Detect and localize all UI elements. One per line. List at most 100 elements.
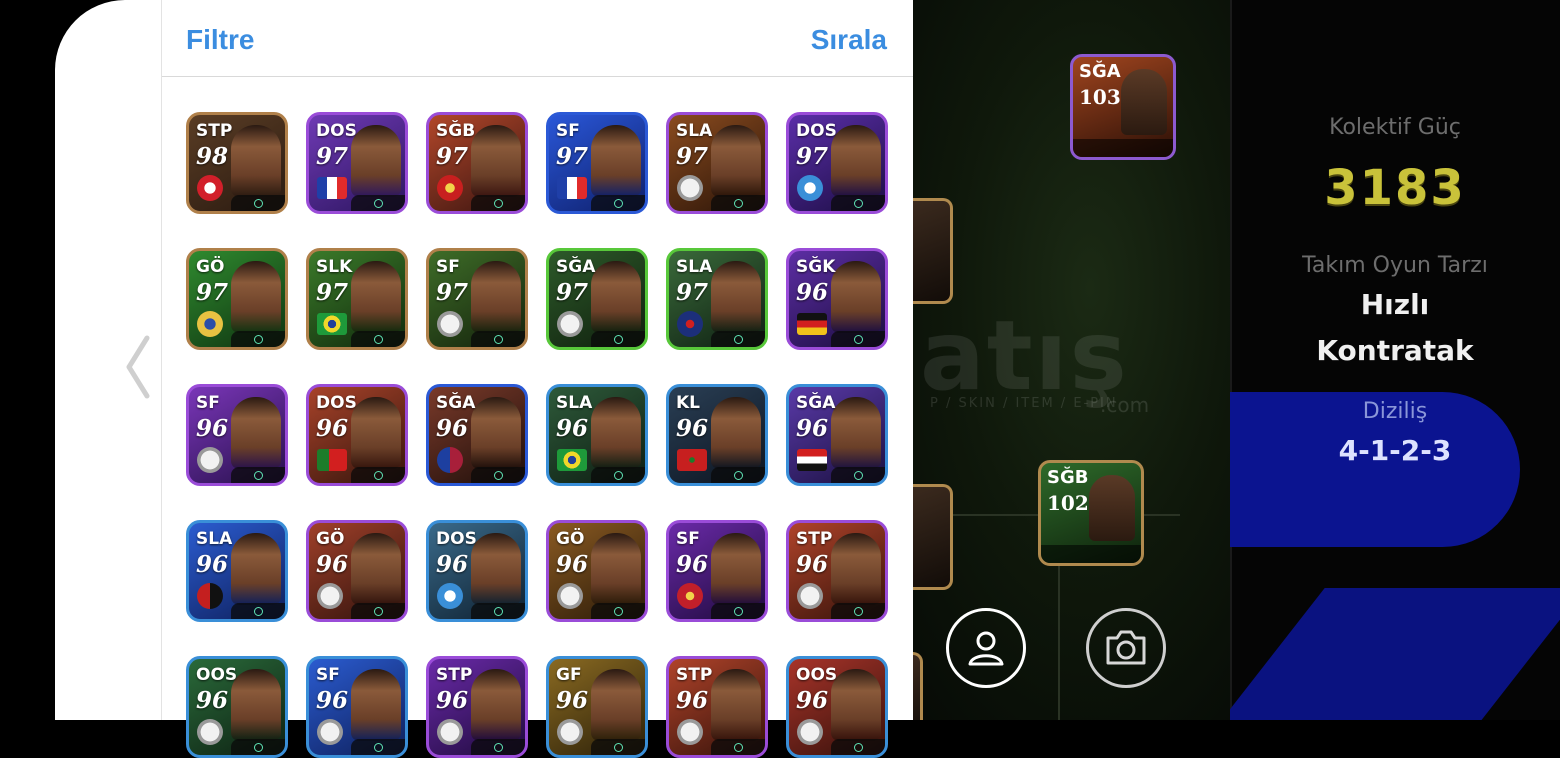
player-portrait	[351, 397, 401, 469]
epic-icon	[613, 334, 623, 344]
player-position: GÖ	[556, 529, 585, 549]
player-portrait	[231, 669, 281, 741]
player-position: DOS	[316, 121, 357, 141]
club-badge-icon	[557, 583, 583, 609]
player-portrait	[591, 533, 641, 605]
player-card[interactable]: OOS 96	[786, 656, 888, 758]
player-card[interactable]: SF 97	[546, 112, 648, 214]
player-rating: 96	[676, 687, 709, 714]
card-type-tag	[831, 195, 885, 211]
player-position: SF	[556, 121, 580, 141]
player-position: DOS	[436, 529, 477, 549]
player-position: STP	[676, 665, 713, 685]
player-card[interactable]: DOS 97	[306, 112, 408, 214]
player-portrait	[471, 669, 521, 741]
player-position: SF	[316, 665, 340, 685]
card-type-tag	[591, 331, 645, 347]
player-card-partial[interactable]	[910, 198, 953, 304]
player-portrait	[831, 397, 881, 469]
player-portrait	[831, 261, 881, 333]
sort-button[interactable]: Sırala	[811, 24, 887, 56]
chevron-left-icon[interactable]	[123, 334, 153, 400]
player-card[interactable]: SF 96	[186, 384, 288, 486]
field-player-card[interactable]: SĞA 103	[1070, 54, 1176, 160]
nation-flag-icon	[797, 313, 827, 335]
player-card[interactable]: DOS 96	[306, 384, 408, 486]
player-rating: 96	[796, 551, 829, 578]
camera-button[interactable]	[1086, 608, 1166, 688]
player-card-partial[interactable]	[910, 484, 953, 590]
player-card[interactable]: SLA 97	[666, 112, 768, 214]
player-card[interactable]: SF 96	[306, 656, 408, 758]
player-card[interactable]: STP 98	[186, 112, 288, 214]
card-type-tag	[711, 603, 765, 619]
player-card[interactable]: STP 96	[666, 656, 768, 758]
player-rating: 97	[316, 279, 349, 306]
club-badge-icon	[557, 719, 583, 745]
person-icon	[968, 631, 1004, 666]
epic-icon	[253, 606, 263, 616]
player-rating: 96	[436, 415, 469, 442]
club-badge-icon	[797, 719, 823, 745]
epic-icon	[373, 334, 383, 344]
player-portrait	[711, 397, 761, 469]
card-type-tag	[471, 195, 525, 211]
player-card[interactable]: SLK 97	[306, 248, 408, 350]
player-card[interactable]: SĞA 97	[546, 248, 648, 350]
player-card[interactable]: GÖ 96	[306, 520, 408, 622]
player-portrait	[231, 125, 281, 197]
club-badge-icon	[197, 175, 223, 201]
player-card[interactable]: STP 96	[786, 520, 888, 622]
playstyle-line1: Hızlı	[1360, 288, 1430, 321]
player-rating: 97	[196, 279, 229, 306]
player-portrait	[351, 669, 401, 741]
player-card[interactable]: STP 96	[426, 656, 528, 758]
player-card[interactable]: SLA 97	[666, 248, 768, 350]
player-position: SLK	[316, 257, 353, 277]
epic-icon	[733, 606, 743, 616]
player-portrait	[471, 125, 521, 197]
player-card[interactable]: OOS 96	[186, 656, 288, 758]
field-player-card[interactable]: SĞB 102	[1038, 460, 1144, 566]
team-strength-value: 3183	[1324, 160, 1466, 216]
player-card[interactable]: SĞB 97	[426, 112, 528, 214]
player-card[interactable]: DOS 96	[426, 520, 528, 622]
epic-icon	[493, 742, 503, 752]
epic-icon	[853, 606, 863, 616]
filter-button[interactable]: Filtre	[186, 24, 254, 56]
nation-flag-icon	[797, 449, 827, 471]
player-position: GF	[556, 665, 582, 685]
player-portrait	[351, 533, 401, 605]
player-position: SF	[436, 257, 460, 277]
epic-icon	[733, 334, 743, 344]
club-badge-icon	[437, 311, 463, 337]
epic-icon	[733, 742, 743, 752]
team-strength-label: Kolektif Güç	[1329, 115, 1461, 140]
formation-value: 4-1-2-3	[1338, 434, 1452, 467]
player-card[interactable]: SF 96	[666, 520, 768, 622]
player-card[interactable]: SF 97	[426, 248, 528, 350]
player-card[interactable]: DOS 97	[786, 112, 888, 214]
decorative-shape	[1230, 588, 1560, 720]
player-card[interactable]: SĞK 96	[786, 248, 888, 350]
player-rating: 97	[556, 143, 589, 170]
player-rating: 97	[316, 143, 349, 170]
player-card[interactable]: SĞA 96	[786, 384, 888, 486]
player-position: GÖ	[196, 257, 225, 277]
player-position: GÖ	[316, 529, 345, 549]
nation-flag-icon	[317, 177, 347, 199]
player-view-button[interactable]	[946, 608, 1026, 688]
player-card[interactable]: GÖ 96	[546, 520, 648, 622]
player-card[interactable]: GF 96	[546, 656, 648, 758]
player-card[interactable]: SLA 96	[186, 520, 288, 622]
player-card[interactable]: SĞA 96	[426, 384, 528, 486]
card-type-tag	[711, 467, 765, 483]
card-type-tag	[471, 331, 525, 347]
player-card[interactable]: SLA 96	[546, 384, 648, 486]
player-card[interactable]: KL 96	[666, 384, 768, 486]
player-portrait	[1121, 69, 1167, 135]
player-portrait	[831, 669, 881, 741]
player-card[interactable]: GÖ 97	[186, 248, 288, 350]
playstyle-label: Takım Oyun Tarzı	[1302, 253, 1488, 278]
epic-icon	[373, 606, 383, 616]
